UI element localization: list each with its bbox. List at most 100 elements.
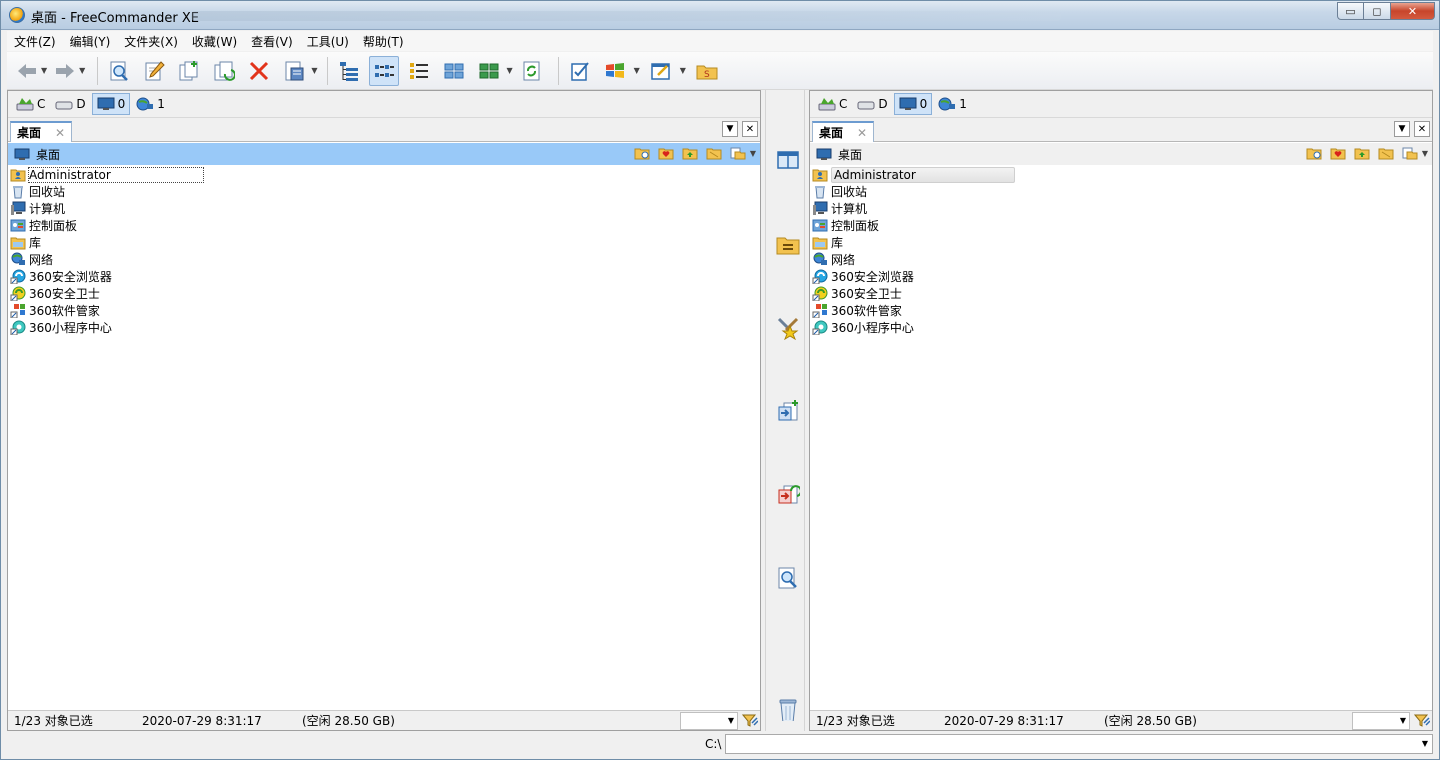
delete-button[interactable] [244, 56, 274, 86]
folder-history-icon[interactable] [634, 146, 650, 160]
right-status-date: 2020-07-29 8:31:17 [944, 713, 1064, 728]
list-item[interactable]: 360安全卫士 [10, 285, 760, 302]
pack-button[interactable] [279, 56, 309, 86]
right-filter-combo[interactable] [1352, 712, 1410, 730]
quick-view-icon[interactable] [776, 566, 800, 590]
menu-folder[interactable]: 文件夹(X) [117, 33, 185, 50]
recycle-bin-icon[interactable] [776, 697, 800, 721]
folder-favorite-icon[interactable] [1330, 146, 1346, 160]
list-item[interactable]: Administrator [10, 166, 760, 183]
folder-history-icon[interactable] [1306, 146, 1322, 160]
view-file-button[interactable] [104, 56, 134, 86]
details-view-button[interactable] [439, 56, 469, 86]
back-button[interactable] [15, 56, 39, 86]
right-tab-desktop[interactable]: 桌面 ✕ [812, 121, 875, 142]
left-filter-combo[interactable] [680, 712, 738, 730]
list-item[interactable]: 360安全卫士 [812, 285, 1432, 302]
folder-copy-path-icon[interactable] [1402, 146, 1418, 160]
favorites-button[interactable]: S [692, 56, 722, 86]
list-item[interactable]: 计算机 [812, 200, 1432, 217]
right-tab-close-button[interactable]: ✕ [1414, 121, 1430, 137]
minimize-button[interactable]: ▭ [1337, 2, 1364, 20]
windows-dropdown-icon[interactable]: ▼ [634, 66, 640, 75]
right-tab-dropdown-button[interactable]: ▼ [1394, 121, 1410, 137]
copy-to-other-pane-icon[interactable] [776, 399, 800, 423]
filter-icon[interactable] [1414, 713, 1430, 728]
list-item[interactable]: 回收站 [812, 183, 1432, 200]
list-item[interactable]: 360小程序中心 [10, 319, 760, 336]
left-tab-close-icon[interactable]: ✕ [55, 126, 65, 140]
move-icon [214, 61, 236, 81]
move-button[interactable] [209, 56, 239, 86]
menu-edit[interactable]: 编辑(Y) [63, 33, 118, 50]
windows-button[interactable] [600, 56, 630, 86]
list-item[interactable]: 回收站 [10, 183, 760, 200]
view-dropdown-icon[interactable]: ▼ [506, 66, 512, 75]
list-item[interactable]: 库 [10, 234, 760, 251]
folder-up-icon[interactable] [1354, 146, 1370, 160]
list-item[interactable]: Administrator [812, 166, 1432, 183]
equal-folders-icon[interactable] [776, 233, 800, 257]
menu-tools[interactable]: 工具(U) [300, 33, 356, 50]
left-drive-c[interactable]: C [12, 93, 49, 115]
forward-dropdown-icon[interactable]: ▼ [79, 66, 85, 75]
tree-view-button[interactable] [334, 56, 364, 86]
right-drive-c[interactable]: C [814, 93, 851, 115]
left-tab-desktop[interactable]: 桌面 ✕ [10, 121, 73, 142]
command-line-input[interactable] [725, 734, 1433, 754]
menu-view[interactable]: 查看(V) [244, 33, 300, 50]
left-path-text: 桌面 [36, 147, 61, 162]
right-path-bar[interactable]: 桌面 ▼ [810, 143, 1432, 165]
notes-dropdown-icon[interactable]: ▼ [680, 66, 686, 75]
list-view-button[interactable] [404, 56, 434, 86]
list-item[interactable]: 360安全浏览器 [812, 268, 1432, 285]
right-drive-0-label: 0 [919, 97, 928, 111]
left-drive-0[interactable]: 0 [91, 93, 131, 115]
left-tab-close-button[interactable]: ✕ [742, 121, 758, 137]
filter-icon[interactable] [742, 713, 758, 728]
copy-button[interactable] [174, 56, 204, 86]
menu-favorites[interactable]: 收藏(W) [185, 33, 244, 50]
right-tab-close-icon[interactable]: ✕ [857, 126, 867, 140]
folder-up-icon[interactable] [682, 146, 698, 160]
close-button[interactable]: ✕ [1391, 2, 1435, 20]
list-item[interactable]: 网络 [812, 251, 1432, 268]
back-dropdown-icon[interactable]: ▼ [41, 66, 47, 75]
folder-root-icon[interactable] [706, 146, 722, 160]
notes-button[interactable] [646, 56, 676, 86]
right-drive-1[interactable]: 1 [934, 93, 971, 115]
list-item[interactable]: 360软件管家 [10, 302, 760, 319]
edit-file-button[interactable] [139, 56, 169, 86]
list-item[interactable]: 360软件管家 [812, 302, 1432, 319]
list-item[interactable]: 360小程序中心 [812, 319, 1432, 336]
left-drive-d[interactable]: D [51, 93, 89, 115]
list-item[interactable]: 计算机 [10, 200, 760, 217]
pack-dropdown-icon[interactable]: ▼ [311, 66, 317, 75]
list-item[interactable]: 控制面板 [10, 217, 760, 234]
folder-root-icon[interactable] [1378, 146, 1394, 160]
left-path-bar[interactable]: 桌面 ▼ [8, 143, 760, 165]
left-drive-1[interactable]: 1 [132, 93, 169, 115]
folder-favorite-icon[interactable] [658, 146, 674, 160]
dual-pane-icon[interactable] [776, 148, 800, 172]
maximize-button[interactable]: ◻ [1364, 2, 1391, 20]
menu-file[interactable]: 文件(Z) [7, 33, 63, 50]
forward-button[interactable] [53, 56, 77, 86]
list-item[interactable]: 库 [812, 234, 1432, 251]
menu-help[interactable]: 帮助(T) [356, 33, 411, 50]
refresh-button[interactable] [517, 56, 547, 86]
tools-star-icon[interactable] [776, 316, 800, 340]
list-item[interactable]: 控制面板 [812, 217, 1432, 234]
path-dropdown-icon[interactable]: ▼ [750, 149, 756, 158]
right-drive-0[interactable]: 0 [893, 93, 933, 115]
large-icons-view-button[interactable] [369, 55, 400, 86]
left-tab-dropdown-button[interactable]: ▼ [722, 121, 738, 137]
settings-button[interactable] [565, 56, 595, 86]
right-drive-d[interactable]: D [853, 93, 891, 115]
list-item[interactable]: 网络 [10, 251, 760, 268]
folder-copy-path-icon[interactable] [730, 146, 746, 160]
path-dropdown-icon[interactable]: ▼ [1422, 149, 1428, 158]
thumbnails-view-button[interactable] [474, 56, 504, 86]
list-item[interactable]: 360安全浏览器 [10, 268, 760, 285]
move-to-other-pane-icon[interactable] [776, 482, 800, 506]
